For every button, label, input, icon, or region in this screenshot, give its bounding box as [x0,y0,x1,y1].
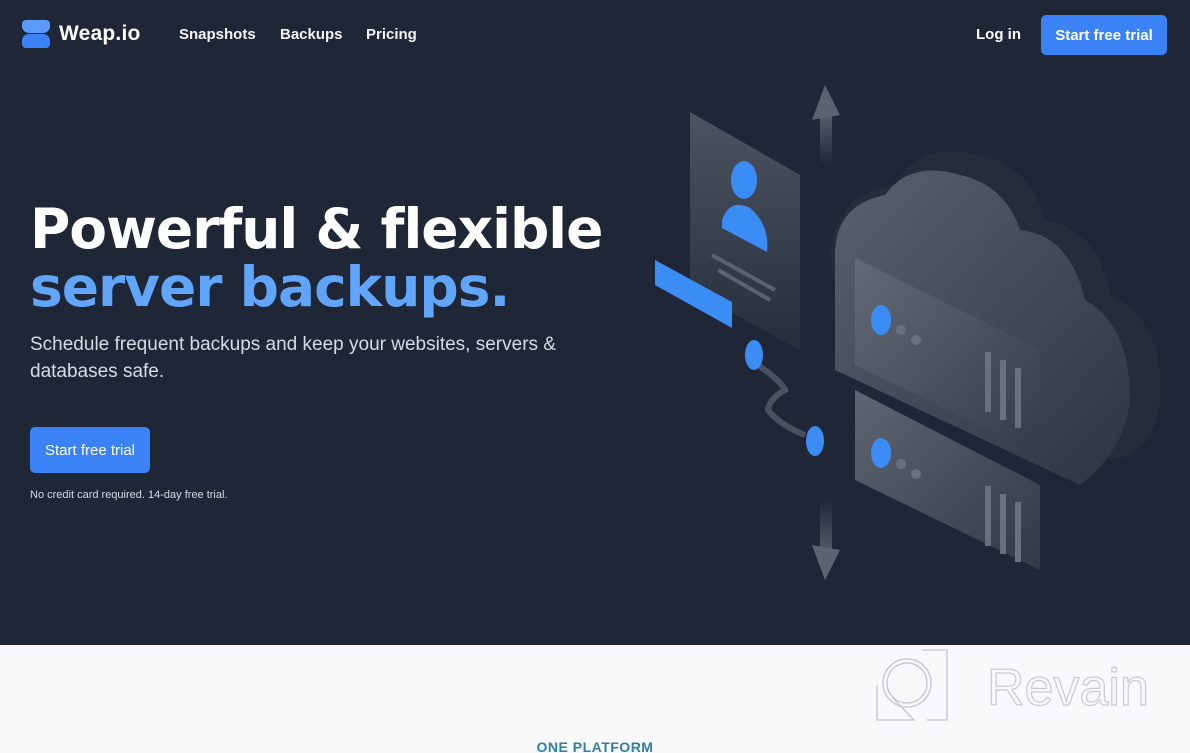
login-link[interactable]: Log in [976,26,1021,43]
headline-line-1: Powerful & flexible [30,197,603,261]
nav-start-trial-button[interactable]: Start free trial [1041,15,1167,55]
nav-link-snapshots[interactable]: Snapshots [179,26,256,43]
revain-logo-icon [876,649,948,721]
nav-link-pricing[interactable]: Pricing [366,26,417,43]
hero-section: Weap.io Snapshots Backups Pricing Log in… [0,0,1190,645]
cloud-server-illustration [655,85,1161,580]
top-navigation: Weap.io Snapshots Backups Pricing Log in… [0,0,1190,70]
revain-watermark: Revain [876,649,1149,721]
user-head-icon [731,161,757,199]
hero-subtitle: Schedule frequent backups and keep your … [30,334,556,382]
user-profile-card [690,112,800,350]
hero-headline: Powerful & flexible server backups. [30,197,603,319]
section-eyebrow: ONE PLATFORM [536,739,654,753]
platform-section: Revain ONE PLATFORM [0,645,1190,753]
trial-note: No credit card required. 14-day free tri… [30,489,228,501]
download-arrow-icon [812,500,840,580]
upload-arrow-icon [812,85,840,165]
cable-connector-icon [745,340,824,456]
revain-watermark-text: Revain [987,659,1149,717]
brand-name: Weap.io [59,22,141,45]
weap-logo-icon [22,20,50,48]
headline-line-2: server backups. [30,255,510,319]
brand-logo-link[interactable]: Weap.io [22,20,141,48]
nav-link-backups[interactable]: Backups [280,26,343,43]
hero-start-trial-button[interactable]: Start free trial [30,427,150,473]
